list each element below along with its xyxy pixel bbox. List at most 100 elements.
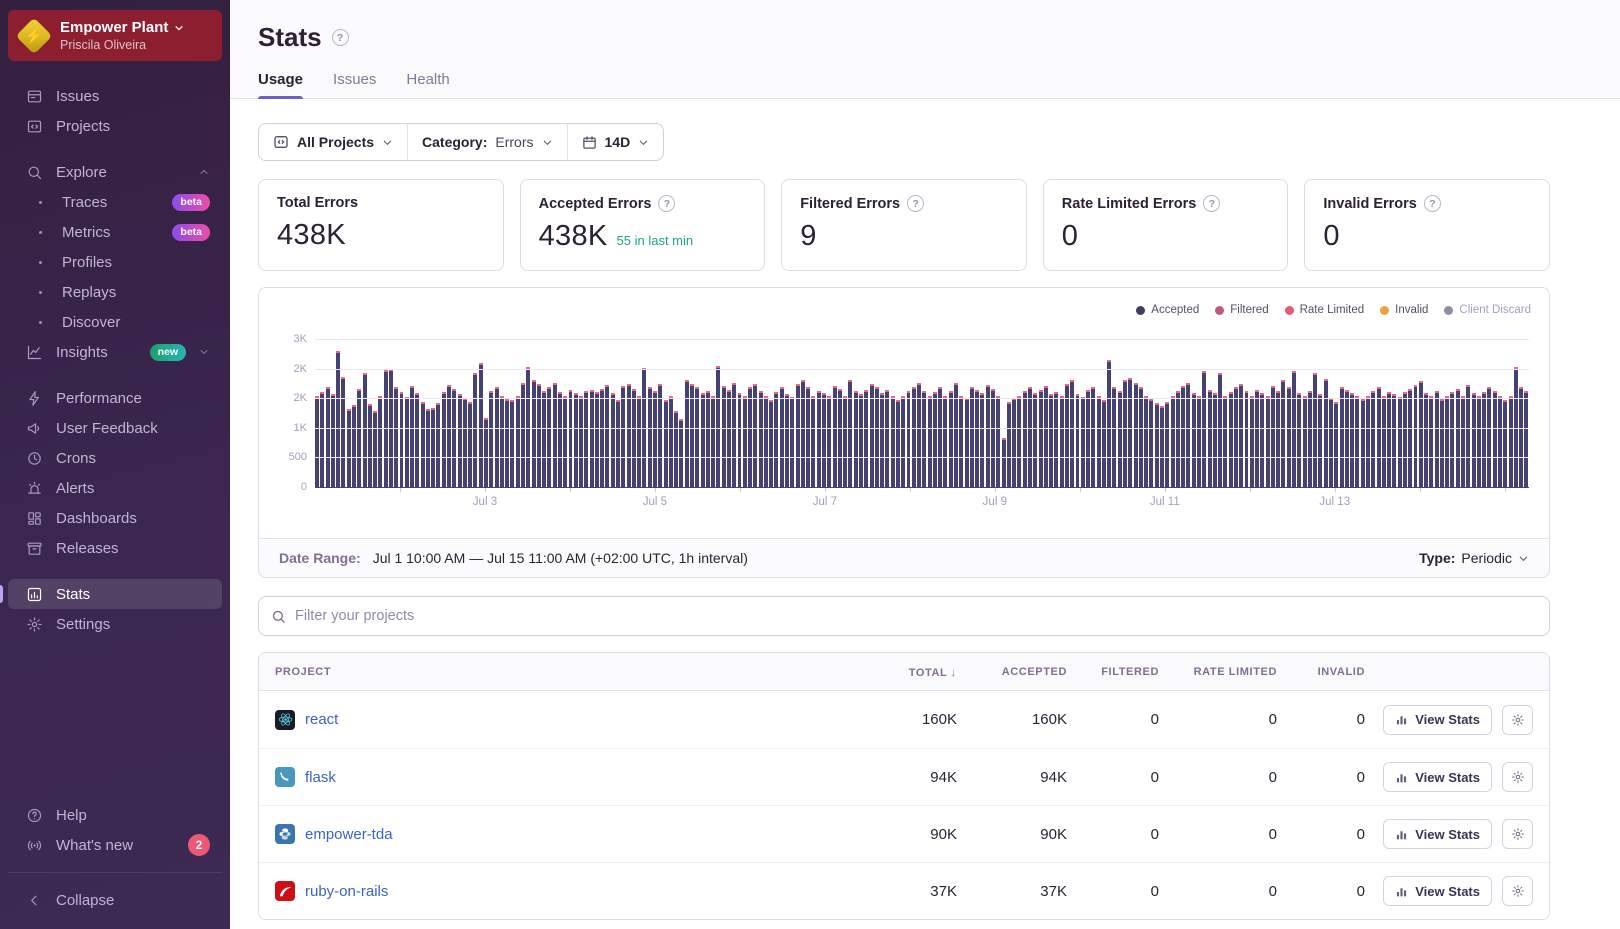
sidebar-item-user-feedback[interactable]: User Feedback [8,413,222,443]
sidebar-item-alerts[interactable]: Alerts [8,473,222,503]
chart-bar [991,389,995,488]
project-link[interactable]: flask [305,769,336,786]
filtered-cell: 0 [1067,711,1159,728]
react-platform-icon [275,710,295,730]
bullet-icon [30,291,50,294]
chart-bar [1329,398,1333,488]
column-header-invalid[interactable]: INVALID [1277,666,1365,678]
column-header-accepted[interactable]: ACCEPTED [957,666,1067,678]
legend-item-client-discard[interactable]: Client Discard [1444,304,1531,316]
chart-bar [1340,387,1344,488]
legend-item-filtered[interactable]: Filtered [1215,304,1268,316]
project-settings-gear-button[interactable] [1502,705,1533,735]
legend-item-invalid[interactable]: Invalid [1380,304,1428,316]
column-header-project[interactable]: PROJECT [275,666,852,678]
table-header: PROJECTTOTAL↓ACCEPTEDFILTEREDRATE LIMITE… [259,653,1549,691]
sidebar-item-replays[interactable]: Replays [8,277,222,307]
project-settings-gear-button[interactable] [1502,819,1533,849]
y-axis-label: 2K [294,392,307,404]
y-axis-label: 2K [294,363,307,375]
sidebar-item-insights[interactable]: Insightsnew [8,337,222,367]
project-filter[interactable]: All Projects [259,124,407,160]
chart-bar [495,387,499,488]
sidebar-item-crons[interactable]: Crons [8,443,222,473]
sidebar-item-stats[interactable]: Stats [8,579,222,609]
legend-item-accepted[interactable]: Accepted [1136,304,1199,316]
tab-issues[interactable]: Issues [333,71,376,98]
chart-bar [980,393,984,488]
sidebar-item-explore[interactable]: Explore [8,157,222,187]
chart-bar [537,384,541,488]
chart-bar [1403,392,1407,488]
date-range-footer: Date Range: Jul 1 10:00 AM — Jul 15 11:0… [259,538,1549,577]
sidebar-item-projects[interactable]: Projects [8,111,222,141]
chart-bar [326,387,330,488]
view-stats-button[interactable]: View Stats [1383,819,1492,849]
project-link[interactable]: empower-tda [305,826,393,843]
x-axis-tick [1505,488,1506,492]
sidebar-item-what-s-new[interactable]: What's new2 [8,830,222,860]
sidebar-item-performance[interactable]: Performance [8,383,222,413]
date-range-filter[interactable]: 14D [567,124,664,160]
chart-bar [854,391,858,488]
sidebar-item-traces[interactable]: Tracesbeta [8,187,222,217]
chart-bar [1044,386,1048,488]
chart-bar [965,398,969,488]
chart-bar [384,370,388,488]
chevron-down-icon [382,137,393,148]
sidebar-item-releases[interactable]: Releases [8,533,222,563]
column-header-rate-limited[interactable]: RATE LIMITED [1159,666,1277,678]
sidebar-item-issues[interactable]: Issues [8,81,222,111]
gridline: 500 [315,457,1529,458]
project-search-input[interactable] [295,608,1537,624]
category-filter[interactable]: Category: Errors [407,124,566,160]
org-switcher[interactable]: ⚡ Empower Plant Priscila Oliveira [8,10,222,61]
chart-bar [558,392,562,488]
sidebar-item-metrics[interactable]: Metricsbeta [8,217,222,247]
help-icon[interactable]: ? [658,195,675,212]
chart-bar [1498,396,1502,488]
x-axis-tick [825,488,826,492]
rate-limited-cell: 0 [1159,769,1277,786]
sidebar-item-help[interactable]: Help [8,800,222,830]
chart-bar [1171,396,1175,488]
view-stats-button[interactable]: View Stats [1383,762,1492,792]
project-link[interactable]: ruby-on-rails [305,883,388,900]
chart-bar [901,396,905,488]
y-axis-label: 1K [294,422,307,434]
chart-bar [1197,396,1201,488]
legend-item-rate-limited[interactable]: Rate Limited [1285,304,1365,316]
view-stats-label: View Stats [1415,770,1480,785]
project-cell: ruby-on-rails [275,881,852,901]
page-title-help-icon[interactable]: ? [332,29,349,46]
chart-bar [1102,400,1106,488]
view-stats-button[interactable]: View Stats [1383,705,1492,735]
sidebar-item-dashboards[interactable]: Dashboards [8,503,222,533]
type-dropdown[interactable]: Type: Periodic [1419,550,1529,566]
chart-bar [843,396,847,488]
chart-bar [1519,387,1523,488]
help-icon[interactable]: ? [1203,195,1220,212]
project-link[interactable]: react [305,711,338,728]
chart-bar [1276,391,1280,488]
sidebar-item-discover[interactable]: Discover [8,307,222,337]
tab-health[interactable]: Health [406,71,449,98]
filtered-cell: 0 [1067,883,1159,900]
chart-bar [1472,393,1476,488]
sidebar-item-settings[interactable]: Settings [8,609,222,639]
column-header-filtered[interactable]: FILTERED [1067,666,1159,678]
project-settings-gear-button[interactable] [1502,762,1533,792]
help-icon[interactable]: ? [907,195,924,212]
chart-bar [759,391,763,488]
view-stats-button[interactable]: View Stats [1383,876,1492,906]
tab-usage[interactable]: Usage [258,71,303,98]
total-cell: 160K [852,711,957,728]
chart-bar [748,387,752,488]
help-icon[interactable]: ? [1424,195,1441,212]
sidebar-item-profiles[interactable]: Profiles [8,247,222,277]
project-settings-gear-button[interactable] [1502,876,1533,906]
column-header-total[interactable]: TOTAL↓ [852,665,957,679]
chart-bar [336,351,340,488]
sidebar-item-collapse[interactable]: Collapse [8,885,222,915]
chart-bar [864,390,868,488]
